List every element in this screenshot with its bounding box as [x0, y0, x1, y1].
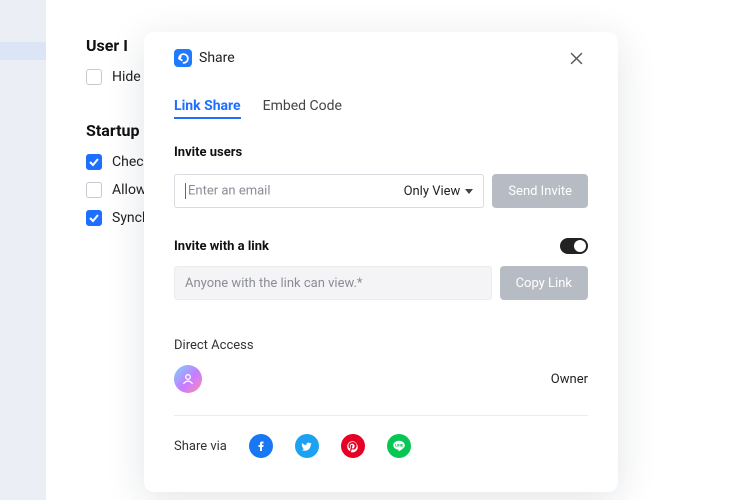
tabs: Link Share Embed Code	[174, 98, 588, 119]
svg-text:LINE: LINE	[395, 442, 404, 447]
checkbox-hide[interactable]	[86, 69, 102, 85]
link-input[interactable]: Anyone with the link can view.*	[174, 266, 492, 300]
edraw-icon	[174, 49, 192, 67]
email-placeholder: Enter an email	[185, 183, 271, 199]
checkbox-allow[interactable]	[86, 182, 102, 198]
invite-users-label: Invite users	[174, 145, 588, 160]
invite-row: Enter an email Only View Send Invite	[174, 174, 588, 208]
invite-link-header: Invite with a link	[174, 238, 588, 254]
modal-header: Share	[174, 46, 588, 70]
bg-selection-stripe	[0, 42, 46, 60]
bg-label: Allow	[112, 182, 146, 198]
line-icon[interactable]: LINE	[387, 434, 411, 458]
avatar	[174, 365, 202, 393]
invite-link-label: Invite with a link	[174, 239, 269, 254]
share-modal: Share Link Share Embed Code Invite users…	[144, 32, 618, 492]
share-via-row: Share via LINE	[174, 434, 588, 458]
permission-label: Only View	[404, 184, 461, 199]
twitter-icon[interactable]	[295, 434, 319, 458]
pinterest-icon[interactable]	[341, 434, 365, 458]
direct-access-row: Owner	[174, 365, 588, 393]
divider	[174, 415, 588, 416]
copy-link-button[interactable]: Copy Link	[500, 266, 588, 300]
link-row: Anyone with the link can view.* Copy Lin…	[174, 266, 588, 300]
tab-link-share[interactable]: Link Share	[174, 98, 241, 119]
send-invite-button[interactable]: Send Invite	[492, 174, 588, 208]
checkbox-check[interactable]	[86, 154, 102, 170]
close-icon[interactable]	[564, 46, 588, 70]
facebook-icon[interactable]	[249, 434, 273, 458]
tab-embed-code[interactable]: Embed Code	[263, 98, 342, 119]
link-placeholder: Anyone with the link can view.*	[185, 276, 362, 291]
role-label: Owner	[551, 372, 588, 387]
direct-access-label: Direct Access	[174, 338, 588, 353]
email-input[interactable]: Enter an email Only View	[174, 174, 484, 208]
link-toggle[interactable]	[560, 238, 588, 254]
checkbox-synch[interactable]	[86, 210, 102, 226]
share-via-label: Share via	[174, 439, 227, 454]
modal-title: Share	[199, 50, 557, 66]
chevron-down-icon	[465, 189, 473, 194]
permission-dropdown[interactable]: Only View	[404, 184, 474, 199]
